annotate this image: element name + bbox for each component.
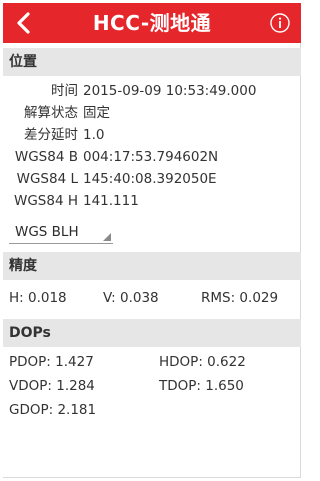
dop-tdop: TDOP: 1.650 bbox=[159, 378, 244, 394]
row-value-wgs84-l: 145:40:08.392050E bbox=[83, 171, 217, 187]
row-value-wgs84-h: 141.111 bbox=[83, 193, 139, 209]
row-label-time: 时间 bbox=[51, 83, 78, 99]
precision-section-header: 精度 bbox=[3, 252, 301, 280]
row-value-wgs84-b: 004:17:53.794602N bbox=[83, 149, 219, 165]
dop-pdop: PDOP: 1.427 bbox=[9, 354, 94, 370]
position-section-header: 位置 bbox=[3, 48, 301, 76]
coord-system-value: WGS BLH bbox=[15, 224, 79, 240]
app-window: HCC-测地通 位置 时间 2015-09-09 10:53:49.000 解算… bbox=[3, 3, 301, 478]
row-value-solution-status: 固定 bbox=[83, 105, 110, 121]
row-label-solution-status: 解算状态 bbox=[24, 105, 78, 121]
row-value-time: 2015-09-09 10:53:49.000 bbox=[83, 83, 257, 99]
row-label-wgs84-l: WGS84 L bbox=[16, 171, 78, 187]
dop-hdop: HDOP: 0.622 bbox=[159, 354, 246, 370]
dropdown-caret-icon bbox=[103, 233, 111, 241]
precision-v: V: 0.038 bbox=[103, 290, 159, 306]
precision-rms: RMS: 0.029 bbox=[201, 290, 279, 306]
row-label-wgs84-b: WGS84 B bbox=[14, 149, 78, 165]
row-label-diff-delay: 差分延时 bbox=[24, 127, 78, 143]
info-icon[interactable] bbox=[269, 12, 291, 34]
dop-gdop: GDOP: 2.181 bbox=[9, 402, 97, 418]
precision-h: H: 0.018 bbox=[9, 290, 67, 306]
coord-system-dropdown[interactable]: WGS BLH bbox=[9, 220, 113, 244]
dops-section-header: DOPs bbox=[3, 319, 301, 347]
row-label-wgs84-h: WGS84 H bbox=[14, 193, 78, 209]
title-bar: HCC-测地通 bbox=[3, 3, 301, 43]
row-value-diff-delay: 1.0 bbox=[83, 127, 105, 143]
dop-vdop: VDOP: 1.284 bbox=[9, 378, 95, 394]
page-title: HCC-测地通 bbox=[92, 11, 212, 35]
